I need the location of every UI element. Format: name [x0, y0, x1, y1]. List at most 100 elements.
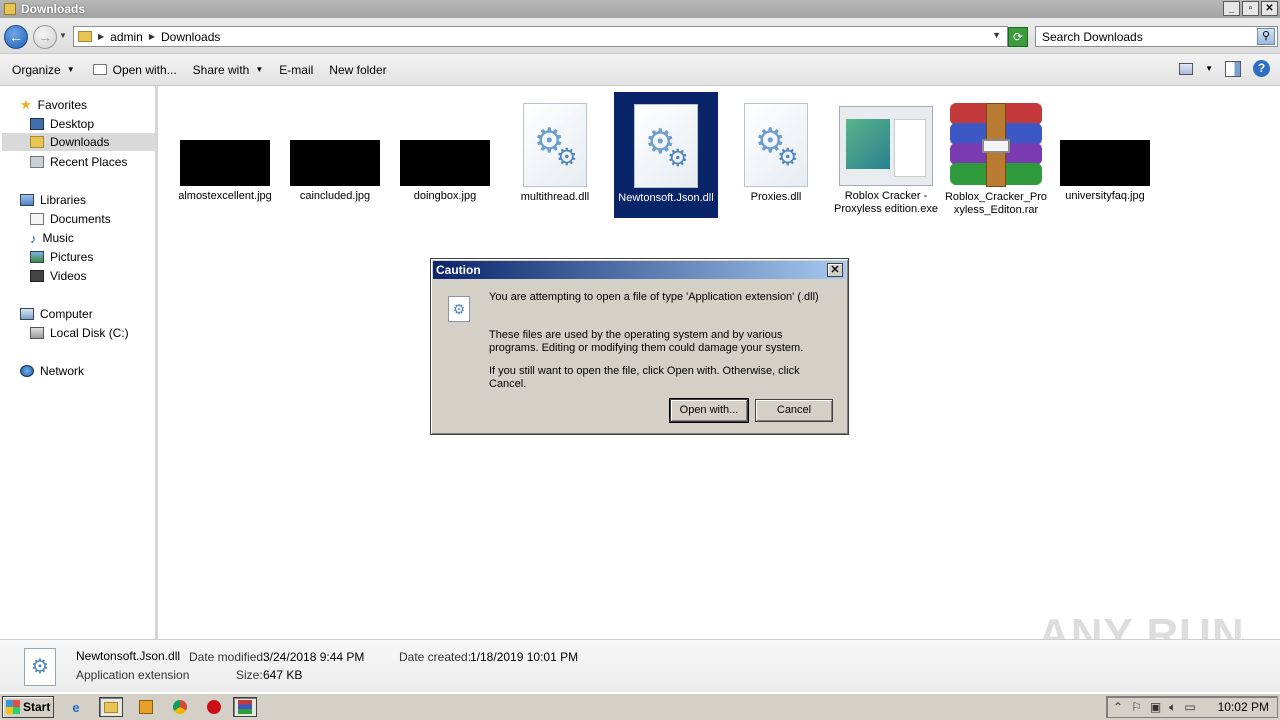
chrome-icon[interactable]	[168, 697, 192, 717]
nav-network[interactable]: Network	[20, 362, 84, 380]
address-bar[interactable]: ▶ admin ▶ Downloads ▼	[73, 26, 1008, 47]
nav-local-disk[interactable]: Local Disk (C:)	[30, 324, 129, 342]
dialog-message-3: If you still want to open the file, clic…	[489, 365, 800, 390]
network-icon	[20, 365, 34, 377]
maximize-button[interactable]: ▫	[1242, 1, 1259, 16]
new-folder-button[interactable]: New folder	[323, 58, 392, 82]
date-created-value: 1/18/2019 10:01 PM	[470, 650, 579, 664]
file-item[interactable]: doingbox.jpg	[393, 91, 497, 203]
network-status-icon[interactable]: ▣	[1150, 700, 1161, 714]
dll-gear-icon: ⚙	[24, 648, 56, 686]
date-created-label: Date created:	[399, 650, 472, 664]
breadcrumb-admin[interactable]: admin	[110, 30, 143, 44]
volume-icon[interactable]: 🔈︎	[1169, 700, 1176, 715]
file-item[interactable]: Roblox Cracker -Proxyless edition.exe	[834, 91, 938, 216]
file-item[interactable]: ⚙ ⚙ Proxies.dll	[724, 91, 828, 204]
dialog-close-button[interactable]: ✕	[827, 263, 843, 277]
nav-downloads[interactable]: Downloads	[2, 133, 156, 151]
search-input[interactable]: Search Downloads ⚲	[1035, 26, 1278, 47]
file-item[interactable]: almostexcellent.jpg	[173, 91, 277, 203]
title-bar: Downloads _ ▫ ✕	[0, 0, 1280, 18]
libraries-icon	[20, 194, 34, 206]
breadcrumb-separator[interactable]: ▶	[98, 32, 104, 41]
winrar-archive-icon	[950, 103, 1042, 187]
open-with-button[interactable]: Open with...	[87, 58, 183, 82]
organize-button[interactable]: Organize ▼	[6, 58, 81, 82]
open-with-button[interactable]: Open with...	[669, 398, 749, 423]
nav-documents[interactable]: Documents	[30, 210, 111, 228]
details-pane: ⚙ Newtonsoft.Json.dll Date modified: 3/2…	[0, 639, 1280, 692]
command-bar: Organize ▼ Open with... Share with ▼ E-m…	[0, 54, 1280, 86]
dialog-title: Caution ✕	[433, 261, 846, 279]
nav-desktop[interactable]: Desktop	[30, 115, 94, 133]
documents-icon	[30, 213, 44, 225]
breadcrumb-downloads[interactable]: Downloads	[161, 30, 220, 44]
dialog-message-1: You are attempting to open a file of typ…	[489, 291, 819, 303]
nav-label: Desktop	[50, 117, 95, 131]
nav-pictures[interactable]: Pictures	[30, 248, 93, 266]
forward-button[interactable]: →	[33, 25, 57, 49]
minimize-button[interactable]: _	[1223, 1, 1240, 16]
help-icon[interactable]: ?	[1253, 60, 1270, 77]
file-item-selected[interactable]: ⚙ ⚙ Newtonsoft.Json.dll	[614, 92, 718, 218]
address-dropdown-icon[interactable]: ▼	[992, 30, 1001, 40]
file-name: Newtonsoft.Json.dll	[618, 192, 714, 204]
winrar-taskbar-button[interactable]	[233, 697, 257, 717]
nav-videos[interactable]: Videos	[30, 267, 86, 285]
email-button[interactable]: E-mail	[273, 58, 319, 82]
change-view-icon[interactable]	[1179, 62, 1194, 75]
file-name: universityfaq.jpg	[1065, 190, 1145, 202]
file-item[interactable]: ⚙ ⚙ multithread.dll	[503, 91, 607, 204]
file-name: doingbox.jpg	[413, 190, 477, 202]
address-row: ← → ▼ ▶ admin ▶ Downloads ▼ ⟳ Search Dow…	[0, 18, 1280, 54]
nav-music[interactable]: ♪ Music	[30, 229, 74, 247]
action-center-flag-icon[interactable]: ⚐	[1131, 700, 1142, 714]
power-icon[interactable]: ▭	[1184, 700, 1195, 714]
opera-icon[interactable]	[202, 697, 226, 717]
breadcrumb-separator[interactable]: ▶	[149, 32, 155, 41]
start-button[interactable]: Start	[2, 696, 54, 718]
date-modified-value: 3/24/2018 9:44 PM	[263, 650, 365, 664]
file-item[interactable]: universityfaq.jpg	[1053, 91, 1157, 203]
application-icon	[839, 106, 933, 186]
downloads-folder-icon	[30, 136, 44, 148]
nav-favorites[interactable]: ★ Favorites	[20, 96, 87, 114]
recent-pages-dropdown[interactable]: ▼	[59, 31, 67, 40]
file-item[interactable]: Roblox_Cracker_Proxyless_Editon.rar	[944, 91, 1048, 217]
cancel-button[interactable]: Cancel	[755, 399, 833, 422]
folder-icon	[4, 3, 16, 15]
file-item[interactable]: caincluded.jpg	[283, 91, 387, 203]
window-title: Downloads	[21, 2, 86, 16]
clock[interactable]: 10:02 PM	[1218, 700, 1269, 714]
chevron-down-icon[interactable]: ▼	[1205, 64, 1213, 73]
close-button[interactable]: ✕	[1261, 1, 1278, 16]
nav-libraries[interactable]: Libraries	[20, 191, 86, 209]
navigation-pane: ★ Favorites Desktop Downloads Recent Pla…	[0, 86, 158, 639]
nav-label: Music	[42, 231, 74, 245]
back-button[interactable]: ←	[4, 25, 28, 49]
nav-computer[interactable]: Computer	[20, 305, 93, 323]
preview-pane-icon[interactable]	[1225, 60, 1241, 77]
image-thumbnail	[1060, 140, 1150, 186]
explorer-taskbar-button[interactable]	[99, 697, 123, 717]
show-hidden-icons-icon[interactable]: ⌃	[1113, 700, 1123, 714]
media-player-icon[interactable]	[134, 697, 158, 717]
dll-file-icon: ⚙	[448, 296, 470, 322]
system-tray: ⌃ ⚐ ▣ 🔈︎ ▭ 10:02 PM	[1106, 696, 1278, 718]
search-icon[interactable]: ⚲	[1257, 28, 1275, 45]
dialog-message-2: These files are used by the operating sy…	[489, 329, 804, 354]
taskbar: Start e ⌃ ⚐ ▣ 🔈︎ ▭ 10:02 PM	[0, 692, 1280, 720]
nav-label: Pictures	[50, 250, 94, 264]
open-with-label: Open with...	[112, 62, 177, 77]
nav-label: Favorites	[37, 98, 88, 112]
desktop-icon	[30, 118, 44, 130]
window-icon	[92, 64, 107, 75]
share-with-button[interactable]: Share with ▼	[187, 58, 270, 82]
refresh-icon[interactable]: ⟳	[1008, 27, 1028, 47]
internet-explorer-icon[interactable]: e	[64, 697, 88, 717]
nav-recent-places[interactable]: Recent Places	[30, 153, 127, 171]
nav-label: Network	[40, 364, 85, 378]
start-label: Start	[23, 700, 51, 714]
file-name: Proxies.dll	[750, 191, 802, 203]
email-label: E-mail	[279, 62, 314, 77]
